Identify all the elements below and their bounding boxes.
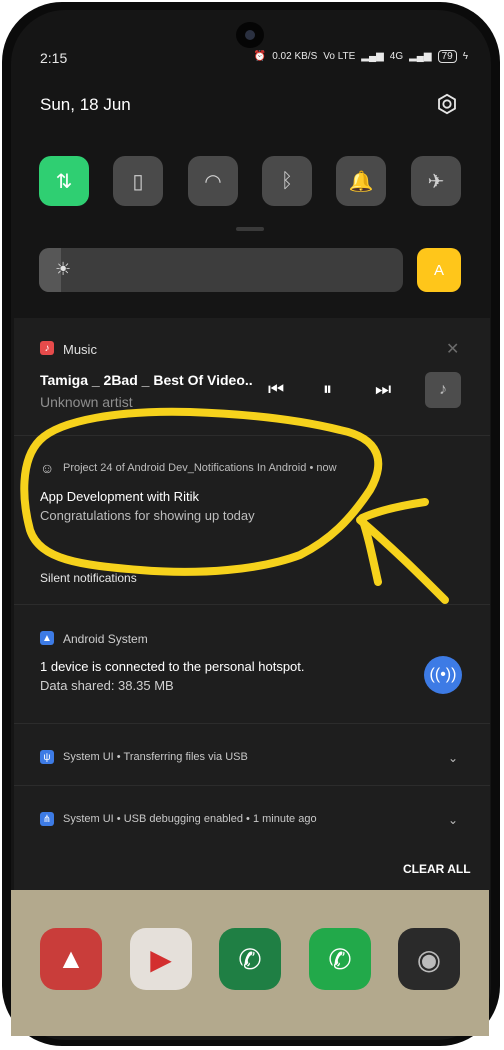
hotspot-icon[interactable]: ((•)) [424,656,462,694]
brightness-slider[interactable]: ☀ [39,248,403,292]
tile-flashlight[interactable]: ▯ [113,156,163,206]
next-icon[interactable]: ⏭ [375,379,391,400]
clear-all-button[interactable]: CLEAR ALL [403,862,471,876]
chevron-down-icon[interactable]: ⌄ [448,751,458,765]
smiley-icon: ☺ [40,460,55,476]
separator-dot: • [116,751,124,763]
status-time: 2:15 [40,50,68,66]
hotspot-notification-text[interactable]: Data shared: 38.35 MB [40,678,174,693]
music-artist: Unknown artist [40,394,133,410]
date-label: Sun, 18 Jun [40,95,131,114]
volte-label: Vo LTE [323,51,356,62]
usb-icon: ψ [40,750,54,764]
divider [14,723,490,724]
tile-mobile-data[interactable]: ⇅ [39,156,89,206]
net-speed: 0.02 KB/S [272,51,318,62]
status-icons: ⏰ 0.02 KB/S Vo LTE ▂▄▆ 4G ▂▄▆ 79 ϟ [254,50,468,63]
network-4g: 4G [389,51,404,62]
music-track-title: Tamiga _ 2Bad _ Best Of Video.. [40,372,253,388]
usb-transfer-notification[interactable]: System UI • Transferring files via USB [63,751,248,763]
charging-icon: ϟ [462,51,468,62]
debug-icon: ⋔ [40,812,54,826]
phone-icon[interactable]: ✆ [219,928,281,990]
youtube-icon[interactable]: ▶ [130,928,192,990]
phone-frame: 2:15 ⏰ 0.02 KB/S Vo LTE ▂▄▆ 4G ▂▄▆ 79 ϟ … [0,0,504,1050]
bluetooth-icon: ᛒ [281,169,293,192]
quick-settings-tiles: ⇅ ▯ ◠ ᛒ 🔔 ✈ [39,156,463,206]
divider [14,785,490,786]
auto-brightness-button[interactable]: A [417,248,461,292]
album-art-icon: ♪ [425,372,461,408]
music-app-name: Music [63,342,97,357]
status-bar: 2:15 ⏰ 0.02 KB/S Vo LTE ▂▄▆ 4G ▂▄▆ 79 ϟ [40,50,468,70]
usb-debug-app: System UI [63,813,114,825]
android-system-app-name: Android System [63,632,148,646]
tile-sound[interactable]: 🔔 [336,156,386,206]
flashlight-icon: ▯ [132,170,144,193]
alarm-icon: ⏰ [253,51,267,62]
separator-dot: • [116,813,124,825]
tile-bluetooth[interactable]: ᛒ [262,156,312,206]
signal-icon: ▂▄▆ [361,51,384,62]
usb-debug-text: USB debugging enabled [123,813,243,825]
gear-icon[interactable] [436,93,458,115]
project-notification-text[interactable]: Congratulations for showing up today [40,508,255,523]
divider [14,435,490,436]
drag-handle[interactable] [236,227,264,231]
separator-dot: • [246,813,253,825]
usb-transfer-app: System UI [63,751,114,763]
close-icon[interactable]: ✕ [446,339,459,359]
camera-icon[interactable]: ◉ [398,928,460,990]
divider [14,604,490,605]
battery-level: 79 [437,50,457,63]
whatsapp-icon[interactable]: ✆ [309,928,371,990]
tile-airplane[interactable]: ✈ [411,156,461,206]
project-notification-title[interactable]: App Development with Ritik [40,489,199,504]
airplane-icon: ✈ [427,170,445,193]
usb-debug-time: 1 minute ago [252,813,317,825]
android-icon: ▲ [40,631,54,645]
project-time: now [316,462,337,474]
pause-icon[interactable]: ⏸ [323,379,332,400]
wifi-icon: ◠ [204,170,222,193]
mobile-data-icon: ⇅ [55,170,73,193]
previous-icon[interactable]: ⏮ [268,379,284,400]
sun-icon: ☀ [55,259,72,279]
signal-icon-2: ▂▄▆ [409,51,432,62]
music-icon: ♪ [40,341,54,355]
chevron-down-icon[interactable]: ⌄ [448,813,458,827]
usb-debug-notification[interactable]: System UI • USB debugging enabled • 1 mi… [63,813,317,825]
usb-transfer-text: Transferring files via USB [123,751,248,763]
tile-wifi[interactable]: ◠ [188,156,238,206]
project-notification-header: Project 24 of Android Dev_Notifications … [63,462,337,474]
photos-icon[interactable]: ▲ [40,928,102,990]
bell-icon: 🔔 [348,170,374,193]
project-app-name: Project 24 of Android Dev_Notifications … [63,462,307,474]
front-camera [236,22,264,48]
hotspot-notification-title[interactable]: 1 device is connected to the personal ho… [40,659,305,674]
silent-notifications-label: Silent notifications [40,571,137,585]
